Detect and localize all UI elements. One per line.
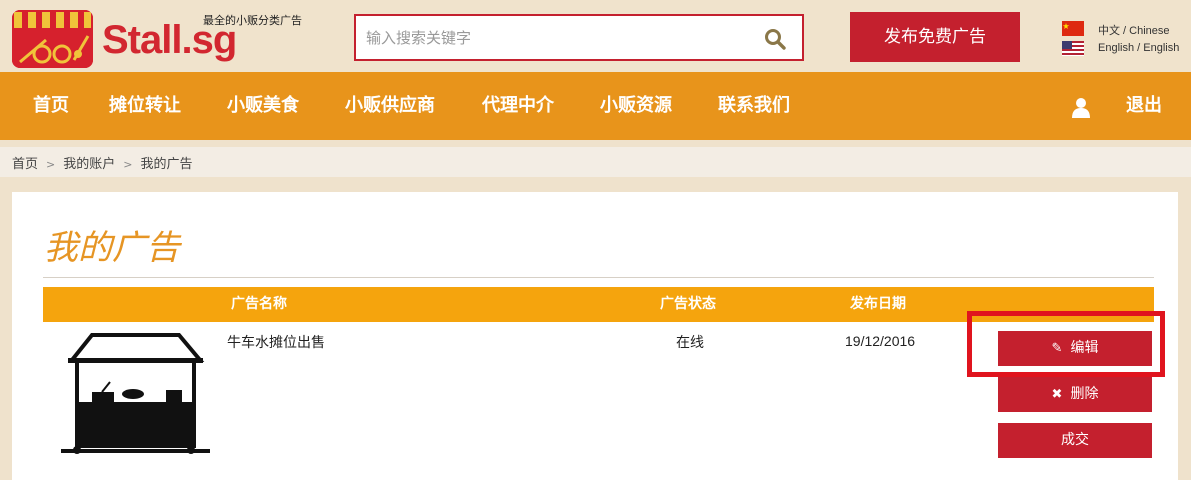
delete-button[interactable]: ✖ 删除 <box>998 377 1152 412</box>
breadcrumb-my-account[interactable]: 我的账户 <box>63 153 115 172</box>
nav-item-stall-transfer[interactable]: 摊位转让 <box>109 72 181 140</box>
column-header-post-date: 发布日期 <box>850 296 906 312</box>
edit-icon: ✎ <box>1051 341 1063 356</box>
post-free-ad-button[interactable]: 发布免费广告 <box>850 12 1020 62</box>
nav-item-contact-us[interactable]: 联系我们 <box>718 72 790 140</box>
mark-sold-button-label: 成交 <box>1061 432 1089 448</box>
main-nav: 首页 摊位转让 小贩美食 小贩供应商 代理中介 小贩资源 联系我们 退出 <box>0 72 1191 140</box>
delete-button-label: 删除 <box>1070 386 1099 402</box>
search-input[interactable] <box>366 25 746 51</box>
user-icon[interactable] <box>1070 96 1092 118</box>
edit-button[interactable]: ✎ 编辑 <box>998 331 1152 366</box>
ad-date: 19/12/2016 <box>845 333 916 349</box>
breadcrumb-home[interactable]: 首页 <box>12 153 38 172</box>
stall-cart-image[interactable] <box>58 332 213 457</box>
nav-item-hawker-food[interactable]: 小贩美食 <box>227 72 299 140</box>
language-chinese-label[interactable]: 中文 / Chinese <box>1098 22 1170 38</box>
mark-sold-button[interactable]: 成交 <box>998 423 1152 458</box>
tagline: 最全的小贩分类广告 <box>203 14 302 27</box>
title-divider <box>43 277 1154 278</box>
breadcrumb: 首页 > 我的账户 > 我的广告 <box>12 153 192 172</box>
nav-item-home[interactable]: 首页 <box>33 72 69 140</box>
ad-status: 在线 <box>676 335 704 351</box>
breadcrumb-bar: 首页 > 我的账户 > 我的广告 <box>0 147 1191 177</box>
breadcrumb-my-ads: 我的广告 <box>140 157 193 172</box>
logout-link[interactable]: 退出 <box>1126 72 1162 140</box>
site-header: Stall.sg 最全的小贩分类广告 发布免费广告 中文 / Chinese E… <box>0 0 1191 72</box>
ads-table-header: 广告名称 广告状态 发布日期 <box>43 287 1154 322</box>
logo-icon[interactable] <box>12 10 93 68</box>
column-header-ad-status: 广告状态 <box>660 296 716 312</box>
nav-item-hawker-resources[interactable]: 小贩资源 <box>600 72 672 140</box>
search-box <box>354 14 804 61</box>
edit-button-label: 编辑 <box>1070 340 1099 356</box>
us-flag-icon <box>1062 41 1084 56</box>
search-icon[interactable] <box>764 28 786 50</box>
language-english-label[interactable]: English / English <box>1098 42 1179 54</box>
china-flag-icon <box>1062 21 1084 36</box>
nav-item-agents[interactable]: 代理中介 <box>482 72 554 140</box>
page-title: 我的广告 <box>44 228 180 268</box>
nav-item-hawker-suppliers[interactable]: 小贩供应商 <box>345 72 435 140</box>
column-header-ad-name: 广告名称 <box>231 296 287 312</box>
ad-name[interactable]: 牛车水摊位出售 <box>227 332 325 352</box>
close-icon: ✖ <box>1051 387 1063 402</box>
breadcrumb-separator-icon: > <box>123 158 133 171</box>
breadcrumb-separator-icon: > <box>46 158 56 171</box>
